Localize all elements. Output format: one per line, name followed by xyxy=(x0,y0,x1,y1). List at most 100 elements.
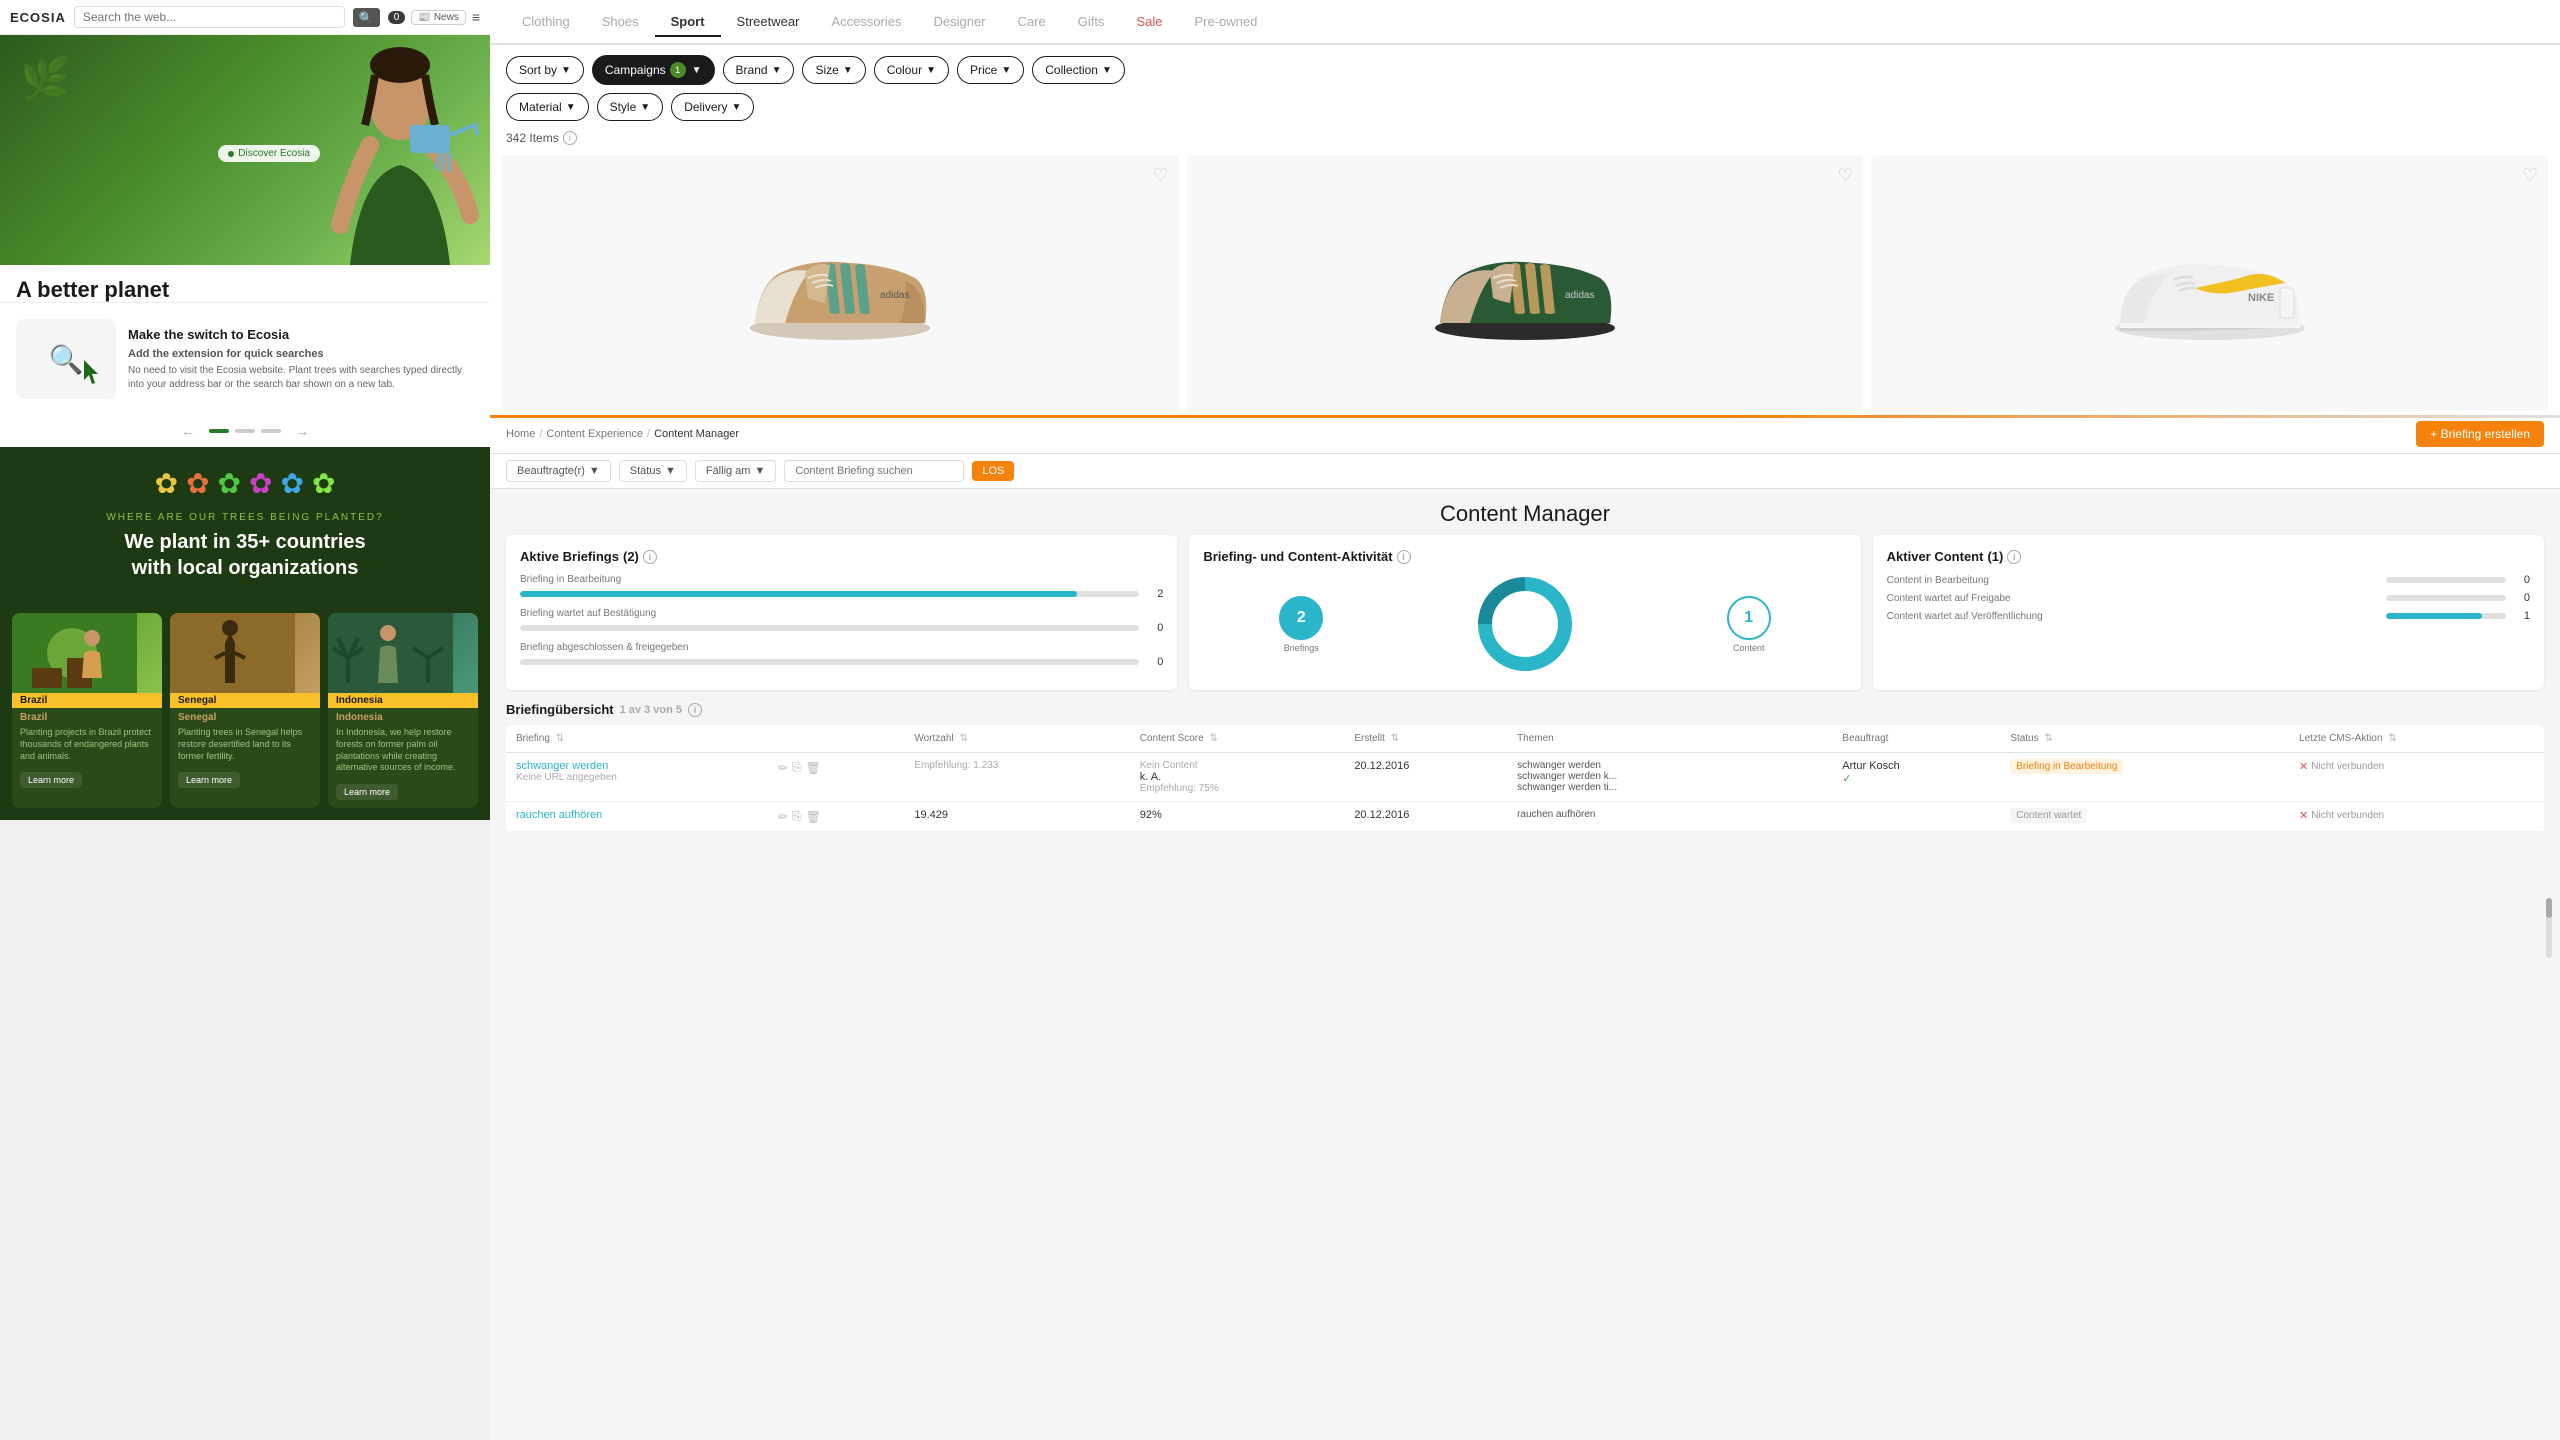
aktive-briefings-info-icon[interactable]: i xyxy=(643,550,657,564)
sort-by-filter-button[interactable]: Sort by ▼ xyxy=(506,56,584,84)
status-chevron-icon: ▼ xyxy=(665,465,676,477)
row1-edit-icon[interactable]: ✏ xyxy=(778,761,788,775)
campaigns-filter-button[interactable]: Campaigns 1 ▼ xyxy=(592,55,715,85)
wishlist-icon-1[interactable]: ♡ xyxy=(1153,165,1169,186)
wortzahl-sort-icon[interactable]: ⇅ xyxy=(959,733,967,744)
material-filter-button[interactable]: Material ▼ xyxy=(506,93,589,121)
menu-icon[interactable]: ≡ xyxy=(472,9,480,25)
cm-go-button[interactable]: LOS xyxy=(972,461,1014,481)
brazil-image xyxy=(12,613,162,693)
brazil-learn-more-button[interactable]: Learn more xyxy=(20,772,82,788)
nav-item-designer[interactable]: Designer xyxy=(917,8,1001,37)
price-chevron-icon: ▼ xyxy=(1001,65,1011,76)
indonesia-badge: Indonesia xyxy=(328,693,478,708)
briefing-overview-info-icon[interactable]: i xyxy=(688,703,702,717)
aktiver-bar-1 xyxy=(2386,577,2506,583)
beauftragte-filter-button[interactable]: Beauftragte(r) ▼ xyxy=(506,460,611,482)
nav-item-accessories[interactable]: Accessories xyxy=(815,8,917,37)
breadcrumb-sep-2: / xyxy=(647,428,650,440)
size-filter-button[interactable]: Size ▼ xyxy=(802,56,865,84)
colour-filter-button[interactable]: Colour ▼ xyxy=(874,56,949,84)
hero-text-section: A better planet with every search The si… xyxy=(0,265,490,302)
nav-item-clothing[interactable]: Clothing xyxy=(506,8,586,37)
row2-edit-icon[interactable]: ✏ xyxy=(778,810,788,824)
shoe-product-3[interactable]: ♡ xyxy=(1871,155,2548,411)
nav-item-care[interactable]: Care xyxy=(1002,8,1062,37)
shoe-product-2[interactable]: ♡ adidas xyxy=(1187,155,1864,411)
tree-icon-orange: ✿ xyxy=(186,467,209,500)
wishlist-icon-2[interactable]: ♡ xyxy=(1837,165,1853,186)
cursor-icon xyxy=(84,360,104,391)
shoe-store-nav: Clothing Shoes Sport Streetwear Accessor… xyxy=(490,0,2560,45)
senegal-learn-more-button[interactable]: Learn more xyxy=(178,772,240,788)
row2-icons: ✏ ⎘ 🗑 xyxy=(768,802,904,832)
carousel-dots: ← → xyxy=(0,415,490,447)
briefing-activity-title: Briefing- und Content-Aktivität i xyxy=(1203,549,1846,564)
sort-by-chevron-icon: ▼ xyxy=(561,65,571,76)
status-filter-button[interactable]: Status ▼ xyxy=(619,460,687,482)
news-badge[interactable]: 📰 News xyxy=(411,10,465,25)
carousel-dot-2[interactable] xyxy=(235,429,255,433)
nav-item-streetwear[interactable]: Streetwear xyxy=(721,8,816,37)
campaigns-badge: 1 xyxy=(670,62,686,78)
tree-icon-green2: ✿ xyxy=(312,467,335,500)
carousel-dot-1[interactable] xyxy=(209,429,229,433)
discover-badge[interactable]: Discover Ecosia xyxy=(218,145,320,162)
nav-item-shoes[interactable]: Shoes xyxy=(586,8,655,37)
carousel-next-button[interactable]: → xyxy=(287,423,317,439)
briefing-activity-info-icon[interactable]: i xyxy=(1397,550,1411,564)
erstellt-sort-icon[interactable]: ⇅ xyxy=(1391,733,1399,744)
row1-copy-icon[interactable]: ⎘ xyxy=(792,760,802,775)
fallig-filter-button[interactable]: Fällig am ▼ xyxy=(695,460,777,482)
scrollbar-track[interactable] xyxy=(2546,898,2552,958)
content-briefing-search-input[interactable] xyxy=(784,460,964,482)
brand-filter-button[interactable]: Brand ▼ xyxy=(723,56,795,84)
scrollbar-thumb[interactable] xyxy=(2546,898,2552,918)
nav-item-sport[interactable]: Sport xyxy=(655,8,721,37)
row2-trash-icon[interactable]: 🗑 xyxy=(806,810,821,824)
tree-planting-section: ✿ ✿ ✿ ✿ ✿ ✿ WHERE ARE OUR TREES BEING PL… xyxy=(0,447,490,601)
row2-copy-icon[interactable]: ⎘ xyxy=(792,809,802,824)
nav-item-sale[interactable]: Sale xyxy=(1120,8,1178,37)
wishlist-icon-3[interactable]: ♡ xyxy=(2522,165,2538,186)
indonesia-learn-more-button[interactable]: Learn more xyxy=(336,784,398,800)
size-chevron-icon: ▼ xyxy=(843,65,853,76)
briefing-bar-row-1: Briefing in Bearbeitung 2 xyxy=(520,574,1163,600)
briefing-overview-section: Briefingübersicht 1 av 3 von 5 i Briefin… xyxy=(490,702,2560,844)
svg-text:adidas: adidas xyxy=(880,290,909,301)
breadcrumb-sep-1: / xyxy=(539,428,542,440)
carousel-dot-3[interactable] xyxy=(261,429,281,433)
row1-trash-icon[interactable]: 🗑 xyxy=(806,761,821,775)
hero-title: A better planet with every search xyxy=(16,277,474,302)
colour-chevron-icon: ▼ xyxy=(926,65,936,76)
delivery-filter-button[interactable]: Delivery ▼ xyxy=(671,93,754,121)
cm-filters-bar: Beauftragte(r) ▼ Status ▼ Fällig am ▼ LO… xyxy=(490,454,2560,489)
row2-cms-action: ✕ Nicht verbunden xyxy=(2289,802,2544,832)
donut-chart-section: 2 Briefings 3 Briefings & Content xyxy=(1203,574,1846,674)
search-input[interactable] xyxy=(74,6,345,28)
status-sort-icon[interactable]: ⇅ xyxy=(2044,733,2052,744)
cms-sort-icon[interactable]: ⇅ xyxy=(2388,733,2396,744)
style-filter-button[interactable]: Style ▼ xyxy=(597,93,664,121)
content-circle-badge: 1 Content xyxy=(1727,596,1771,653)
senegal-name: Senegal xyxy=(170,708,320,725)
new-briefing-button[interactable]: + Briefing erstellen xyxy=(2416,421,2544,447)
price-filter-button[interactable]: Price ▼ xyxy=(957,56,1024,84)
shoe-product-1[interactable]: ♡ xyxy=(502,155,1179,411)
shoe-products-grid: ♡ xyxy=(490,151,2560,415)
aktiver-content-info-icon[interactable]: i xyxy=(2007,550,2021,564)
extension-promo-section: 🔍 Make the switch to Ecosia Add the exte… xyxy=(0,302,490,415)
breadcrumb: Home / Content Experience / Content Mana… xyxy=(506,428,739,440)
search-submit-button[interactable]: 🔍 xyxy=(353,8,380,27)
items-info-icon[interactable]: i xyxy=(563,131,577,145)
collection-filter-button[interactable]: Collection ▼ xyxy=(1032,56,1125,84)
aktiver-content-widget: Aktiver Content (1) i Content in Bearbei… xyxy=(1873,535,2544,690)
briefing-sort-icon[interactable]: ⇅ xyxy=(556,733,564,744)
carousel-prev-button[interactable]: ← xyxy=(173,423,203,439)
row1-x-icon: ✕ xyxy=(2299,760,2308,773)
nav-item-gifts[interactable]: Gifts xyxy=(1062,8,1121,37)
planting-title: We plant in 35+ countries with local org… xyxy=(20,529,470,581)
aktive-briefings-title: Aktive Briefings (2) i xyxy=(520,549,1163,564)
nav-item-preowned[interactable]: Pre-owned xyxy=(1178,8,1273,37)
contentscore-sort-icon[interactable]: ⇅ xyxy=(1209,733,1217,744)
